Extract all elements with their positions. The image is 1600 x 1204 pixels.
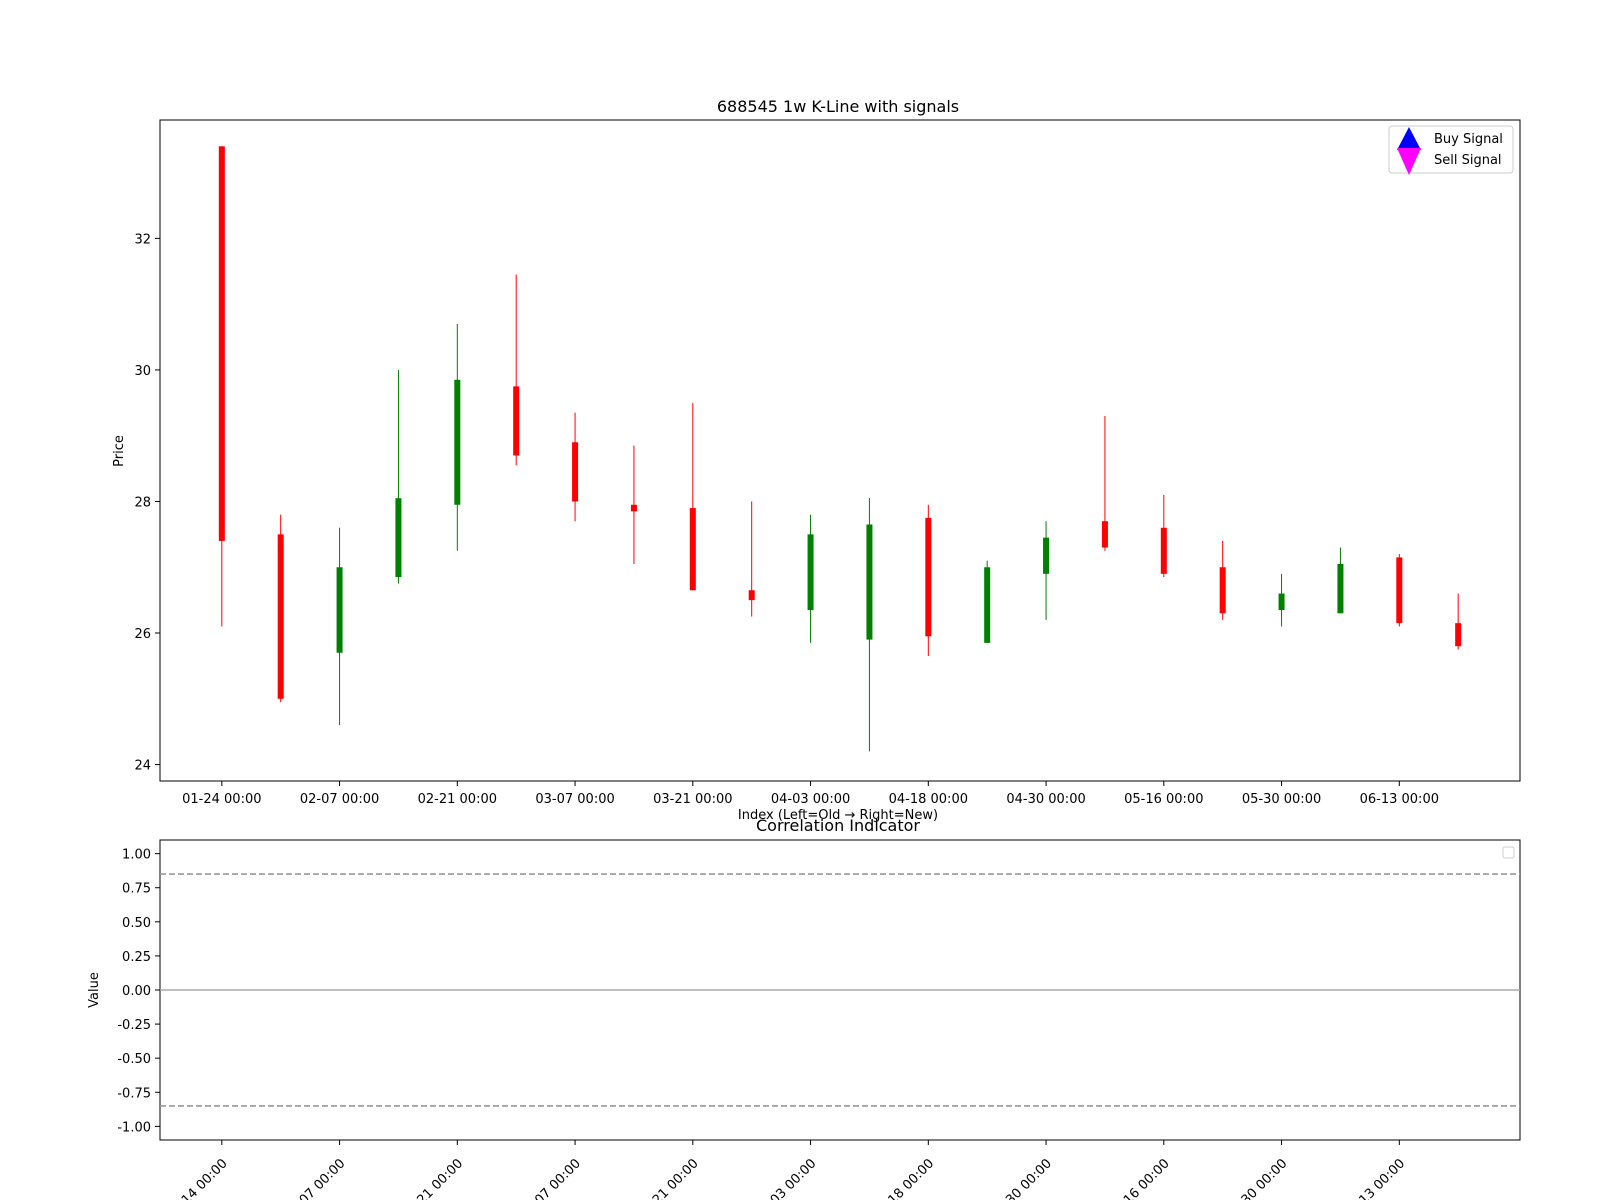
legend-sell-label: Sell Signal (1434, 153, 1502, 168)
candles-group (218, 146, 1462, 752)
x-tick-label: 02-07 00:00 (300, 792, 379, 807)
correlation-title: Correlation Indicator (756, 816, 920, 835)
candle-body-up (1043, 537, 1050, 574)
candle-body-up (807, 534, 814, 610)
candle-body-down (748, 590, 755, 601)
candle-body-down (1101, 521, 1108, 548)
candle-body-up (866, 524, 873, 640)
candle-body-up (454, 379, 461, 505)
candle-body-up (984, 567, 991, 643)
x-tick-label: 05-16 00:00 (1124, 792, 1203, 807)
kline-y-axis-title: Price (112, 435, 127, 467)
y-tick-label: -0.50 (117, 1052, 151, 1067)
y-tick-label: 28 (134, 495, 151, 510)
candle-body-down (1396, 557, 1403, 624)
candle-body-down (218, 146, 225, 541)
x-tick-label: 04-03 00:00 (771, 792, 850, 807)
x-tick-label: 02-21 00:00 (418, 792, 497, 807)
x-tick-label: 16 00:00 (1121, 1156, 1173, 1200)
x-tick-label: 21 00:00 (650, 1156, 702, 1200)
x-tick-label: 04-30 00:00 (1006, 792, 1085, 807)
candle-body-down (689, 508, 696, 591)
y-tick-label: -0.25 (117, 1018, 151, 1033)
y-tick-label: -0.75 (117, 1086, 151, 1101)
x-tick-label: 18 00:00 (885, 1156, 937, 1200)
x-tick-label: 05-30 00:00 (1242, 792, 1321, 807)
candle-body-up (336, 567, 343, 653)
chart-figure: 688545 1w K-Line with signals 24 26 28 30 32… (0, 0, 1600, 1204)
kline-plot-frame (159, 119, 1521, 782)
correlation-y-axis-title: Value (87, 972, 102, 1008)
candle-body-up (1337, 563, 1344, 614)
x-tick-label: 01-24 00:00 (182, 792, 261, 807)
candle-body-down (1219, 567, 1226, 614)
correlation-panel: Correlation Indicator 1.00 0.75 0.50 0.25 0.… (87, 816, 1521, 1204)
correlation-y-axis: 1.00 0.75 0.50 0.25 0.00 -0.25 -0.50 -0.75 -1.00 (117, 848, 160, 1135)
correlation-reference-lines (160, 873, 1520, 1107)
candle-body-up (1278, 593, 1285, 610)
x-tick-label: 30 00:00 (1239, 1156, 1291, 1200)
y-tick-label: -1.00 (117, 1120, 151, 1135)
kline-panel: 688545 1w K-Line with signals 24 26 28 30 32… (112, 97, 1521, 823)
candle-body-up (395, 498, 402, 578)
x-tick-label: 04-18 00:00 (889, 792, 968, 807)
correlation-legend-empty (1502, 846, 1515, 859)
x-tick-label: 03 00:00 (768, 1156, 820, 1200)
candle-body-down (572, 442, 579, 502)
x-tick-label: 13 00:00 (1356, 1156, 1408, 1200)
candle-body-down (277, 534, 284, 699)
signal-legend: Buy Signal Sell Signal (1388, 125, 1514, 175)
y-tick-label: 0.00 (122, 984, 151, 999)
legend-buy-label: Buy Signal (1434, 132, 1503, 147)
candle-body-down (513, 386, 520, 456)
y-tick-label: 0.25 (122, 950, 151, 965)
candle-body-down (1160, 527, 1167, 574)
x-tick-label: 07 00:00 (532, 1156, 584, 1200)
x-tick-label: 07 00:00 (297, 1156, 349, 1200)
correlation-x-axis: 14 00:00 07 00:00 21 00:00 07 00:00 21 00:00… (179, 1140, 1408, 1204)
candle-body-down (630, 504, 637, 512)
y-tick-label: 0.75 (122, 882, 151, 897)
x-tick-label: 06-13 00:00 (1360, 792, 1439, 807)
y-tick-label: 32 (134, 232, 151, 247)
candle-body-down (925, 517, 932, 637)
kline-y-axis: 24 26 28 30 32 (134, 232, 160, 774)
y-tick-label: 1.00 (122, 848, 151, 863)
x-tick-label: 21 00:00 (414, 1156, 466, 1200)
x-tick-label: 03-07 00:00 (535, 792, 614, 807)
y-tick-label: 24 (134, 759, 151, 774)
y-tick-label: 30 (134, 364, 151, 379)
x-tick-label: 03-21 00:00 (653, 792, 732, 807)
figure-canvas: 688545 1w K-Line with signals 24 26 28 30 32… (87, 97, 1521, 1204)
candle-body-down (1455, 623, 1462, 647)
kline-x-axis: 01-24 00:00 02-07 00:00 02-21 00:00 03-07 0… (182, 781, 1439, 807)
y-tick-label: 0.50 (122, 916, 151, 931)
kline-title: 688545 1w K-Line with signals (717, 97, 959, 116)
y-tick-label: 26 (134, 627, 151, 642)
x-tick-label: 14 00:00 (179, 1156, 231, 1200)
x-tick-label: 30 00:00 (1003, 1156, 1055, 1200)
